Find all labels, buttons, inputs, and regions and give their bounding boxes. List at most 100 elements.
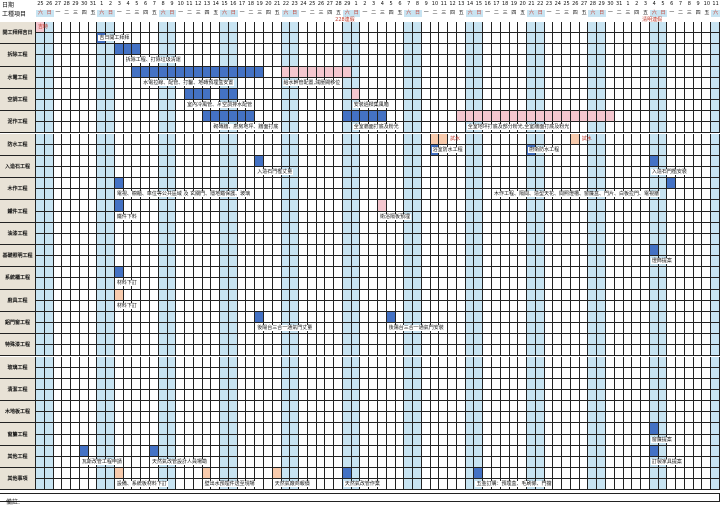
grid-cell — [588, 100, 598, 112]
grid-cell — [544, 44, 554, 56]
grid-cell — [527, 468, 536, 480]
grid-cell — [360, 401, 370, 413]
grid-cell — [684, 434, 694, 446]
grid-cell — [606, 222, 615, 234]
grid-cell — [570, 55, 580, 67]
grid-cell — [421, 44, 431, 56]
grid-cell — [702, 445, 712, 457]
grid-cell — [106, 233, 115, 245]
grid-cell — [527, 356, 536, 368]
grid-cell — [386, 468, 396, 480]
grid-cell — [465, 345, 475, 357]
grid-cell — [369, 311, 378, 324]
grid-cell — [307, 456, 317, 468]
grid-cell — [62, 66, 72, 78]
task-cell — [79, 445, 89, 457]
weekday-cell: 一 — [55, 10, 61, 16]
grid-cell — [474, 401, 484, 413]
task-cell — [649, 445, 659, 457]
grid-cell — [132, 345, 142, 357]
task-cell — [114, 289, 124, 301]
date-cell: 7 — [678, 1, 683, 7]
grid-cell — [588, 334, 598, 346]
grid-cell — [62, 100, 72, 112]
grid-cell — [535, 88, 545, 101]
task-cell — [114, 267, 124, 279]
task-note: 入造石門檻安裝 — [650, 168, 688, 175]
task-note: 設備、系統板材料下訂 — [115, 481, 168, 488]
grid-cell — [88, 267, 98, 279]
grid-cell — [439, 311, 449, 324]
grid-cell — [62, 245, 72, 257]
grid-cell — [439, 456, 449, 468]
grid-cell — [465, 278, 475, 290]
grid-cell — [150, 423, 159, 435]
grid-cell — [246, 233, 256, 245]
grid-cell — [439, 378, 449, 390]
grid-cell — [553, 389, 563, 402]
grid-cell — [123, 245, 133, 257]
grid-cell — [369, 66, 378, 78]
grid-cell — [114, 144, 124, 156]
grid-cell — [483, 423, 492, 435]
grid-cell — [79, 468, 89, 480]
grid-cell — [132, 267, 142, 279]
grid-cell — [158, 211, 168, 223]
grid-cell — [299, 378, 308, 390]
grid-cell — [281, 389, 291, 402]
grid-cell — [395, 22, 405, 34]
grid-cell — [299, 111, 308, 123]
grid-cell — [106, 200, 115, 212]
grid-cell — [114, 389, 124, 402]
grid-cell — [228, 178, 238, 190]
task-cell — [167, 66, 177, 78]
grid-cell — [132, 468, 142, 480]
grid-cell — [465, 22, 475, 34]
grid-cell — [711, 356, 720, 368]
grid-cell — [553, 401, 563, 413]
grid-cell — [474, 378, 484, 390]
grid-cell — [369, 178, 378, 190]
grid-cell — [264, 111, 273, 123]
grid-cell — [553, 33, 563, 45]
grid-cell — [456, 378, 466, 390]
grid-cell — [158, 178, 168, 190]
grid-cell — [272, 22, 282, 34]
grid-cell — [579, 233, 589, 245]
grid-cell — [413, 144, 422, 156]
grid-cell — [597, 323, 606, 335]
grid-cell — [553, 267, 563, 279]
grid-cell — [404, 311, 414, 324]
grid-cell — [246, 434, 256, 446]
task-cell — [667, 178, 677, 190]
grid-cell — [711, 166, 720, 179]
grid-cell — [53, 423, 63, 435]
grid-cell — [518, 367, 528, 379]
grid-cell — [474, 155, 484, 167]
grid-cell — [44, 211, 54, 223]
grid-cell — [62, 22, 72, 34]
grid-cell — [465, 356, 475, 368]
grid-cell — [684, 445, 694, 457]
grid-cell — [483, 289, 492, 301]
grid-cell — [36, 222, 45, 234]
grid-cell — [246, 166, 256, 179]
task-note: 吉日開工拜拜 — [98, 35, 131, 42]
grid-cell — [351, 233, 361, 245]
grid-cell — [413, 367, 422, 379]
grid-cell — [342, 256, 352, 268]
grid-cell — [141, 278, 150, 290]
task-cell — [202, 111, 212, 123]
grid-cell — [351, 267, 361, 279]
grid-cell — [641, 334, 650, 346]
grid-cell — [641, 289, 650, 301]
grid-cell — [228, 345, 238, 357]
grid-cell — [281, 122, 291, 134]
grid-cell — [413, 401, 422, 413]
grid-cell — [299, 311, 308, 324]
grid-cell — [44, 356, 54, 368]
grid-cell — [623, 256, 633, 268]
grid-cell — [62, 166, 72, 179]
grid-cell — [334, 178, 343, 190]
grid-cell — [404, 367, 414, 379]
